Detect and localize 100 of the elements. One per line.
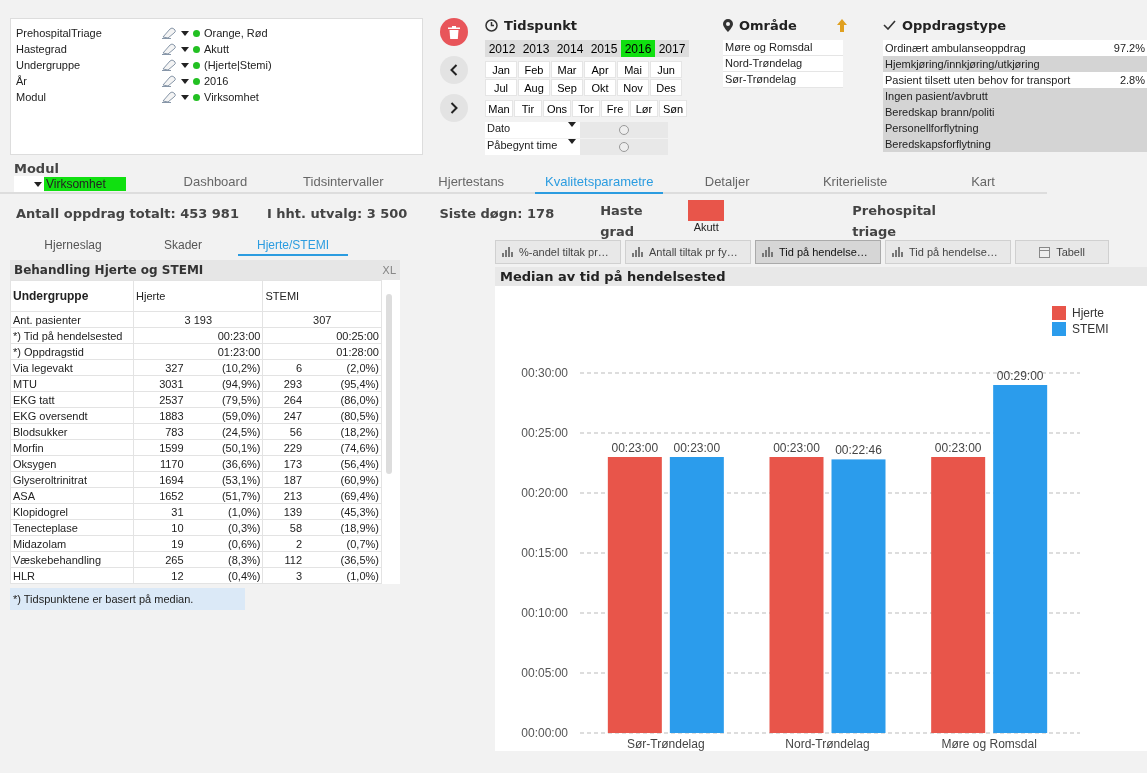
caret-icon[interactable] [181, 62, 189, 68]
list-item[interactable]: Nord-Trøndelag [723, 56, 843, 72]
month-option[interactable]: Jul [485, 79, 517, 96]
year-option[interactable]: 2017 [655, 40, 689, 57]
month-option[interactable]: Jun [650, 61, 682, 78]
month-option[interactable]: Feb [518, 61, 550, 78]
month-option[interactable]: Mai [617, 61, 649, 78]
bar-chart-icon [632, 247, 643, 257]
column-header: Undergruppe [10, 280, 134, 312]
chart-tab[interactable]: Antall tiltak pr fy… [625, 240, 751, 264]
table-icon [1039, 246, 1051, 258]
list-item[interactable]: Personellforflytning [883, 120, 1147, 136]
weekday-option[interactable]: Søn [659, 100, 687, 117]
status-dot-icon [193, 61, 200, 69]
axis-tick-label: 00:20:00 [521, 486, 568, 500]
chart-tab[interactable]: Tid på hendelse… [885, 240, 1011, 264]
month-option[interactable]: Okt [584, 79, 616, 96]
caret-icon[interactable] [181, 30, 189, 36]
caret-icon[interactable] [34, 181, 42, 187]
field-dropdown[interactable]: Dato [485, 122, 580, 138]
chart-title: Median av tid på hendelsested [495, 267, 1147, 286]
table-cell: (10,2%) [185, 359, 263, 376]
caret-icon[interactable] [181, 94, 189, 100]
month-option[interactable]: Des [650, 79, 682, 96]
caret-icon[interactable] [568, 122, 576, 127]
category-label: Nord-Trøndelag [785, 737, 870, 751]
chart-tab[interactable]: %-andel tiltak pr… [495, 240, 621, 264]
selection-field: PrehospitalTriage [16, 27, 161, 39]
caret-icon[interactable] [181, 46, 189, 52]
list-item[interactable]: Pasient tilsett uten behov for transport 2.8% [883, 72, 1147, 88]
month-option[interactable]: Sep [551, 79, 583, 96]
weekday-option[interactable]: Fre [601, 100, 629, 117]
last-day-count: Siste døgn: 178 [439, 206, 555, 221]
axis-tick-label: 00:15:00 [521, 546, 568, 560]
list-item[interactable]: Ordinært ambulanseoppdrag 97.2% [883, 40, 1147, 56]
axis-tick-label: 00:10:00 [521, 606, 568, 620]
field-dropdown[interactable]: Påbegynt time [485, 139, 580, 155]
list-item[interactable]: Sør-Trøndelag [723, 72, 843, 88]
month-option[interactable]: Aug [518, 79, 550, 96]
chart-tab[interactable]: Tabell [1015, 240, 1109, 264]
tab[interactable]: Hjertestans [407, 174, 536, 194]
value-label: 00:23:00 [611, 441, 659, 455]
weekday-option[interactable]: Man [485, 100, 513, 117]
table-cell: (0,4%) [185, 567, 263, 584]
table-cell: 00:25:00 [263, 327, 382, 344]
tab[interactable]: Detaljer [663, 174, 792, 194]
weekday-option[interactable]: Tir [514, 100, 542, 117]
table-cell: Glyseroltrinitrat [10, 471, 134, 488]
table-cell: (69,4%) [304, 487, 382, 504]
table-cell: (18,2%) [304, 423, 382, 440]
list-item[interactable]: Beredskap brann/politi [883, 104, 1147, 120]
table-cell: (74,6%) [304, 439, 382, 456]
month-option[interactable]: Apr [584, 61, 616, 78]
value-label: 00:29:00 [996, 369, 1044, 383]
field-label: Haste grad [600, 202, 644, 241]
month-option[interactable]: Nov [617, 79, 649, 96]
table-cell: (36,6%) [185, 455, 263, 472]
tab[interactable]: Dashboard [151, 174, 280, 194]
category-label: Møre og Romsdal [941, 737, 1037, 751]
table-cell: Tenecteplase [10, 519, 134, 536]
forward-button[interactable] [440, 94, 468, 122]
tab[interactable]: Skader [128, 236, 238, 256]
table-cell: 01:23:00 [133, 343, 263, 360]
value-label: 00:23:00 [673, 441, 721, 455]
table-cell: *) Oppdragstid [10, 343, 134, 360]
list-item[interactable]: Hjemkjøring/innkjøring/utkjøring [883, 56, 1147, 72]
year-option[interactable]: 2013 [519, 40, 553, 57]
delete-button[interactable] [440, 18, 468, 46]
table-cell: (80,5%) [304, 407, 382, 424]
slider-thumb[interactable] [619, 125, 629, 135]
selection-value: Orange, Rød [204, 27, 268, 39]
tab[interactable]: Kriterieliste [791, 174, 920, 194]
list-item[interactable]: Møre og Romsdal [723, 40, 843, 56]
slider-thumb[interactable] [619, 142, 629, 152]
chart-tab[interactable]: Tid på hendelse… [755, 240, 881, 264]
bar[interactable] [769, 457, 824, 733]
table-cell: (1,0%) [185, 503, 263, 520]
selection-value: Virksomhet [204, 91, 259, 103]
bar[interactable] [831, 459, 886, 733]
table-cell: Via legevakt [10, 359, 134, 376]
year-option[interactable]: 2012 [485, 40, 519, 57]
weekday-option[interactable]: Lør [630, 100, 658, 117]
tab[interactable]: Kart [919, 174, 1048, 194]
back-button[interactable] [440, 56, 468, 84]
year-option[interactable]: 2016 [621, 40, 655, 57]
tab[interactable]: Hjerneslag [18, 236, 128, 256]
caret-icon[interactable] [181, 78, 189, 84]
month-option[interactable]: Jan [485, 61, 517, 78]
weekday-option[interactable]: Tor [572, 100, 600, 117]
month-option[interactable]: Mar [551, 61, 583, 78]
table-cell: (18,9%) [304, 519, 382, 536]
year-option[interactable]: 2014 [553, 40, 587, 57]
weekday-option[interactable]: Ons [543, 100, 571, 117]
selection-count: I hht. utvalg: 3 500 [266, 206, 408, 221]
list-item[interactable]: Ingen pasient/avbrutt [883, 88, 1147, 104]
up-arrow-icon[interactable] [836, 18, 847, 32]
year-option[interactable]: 2015 [587, 40, 621, 57]
table-cell: HLR [10, 567, 134, 584]
list-item[interactable]: Beredskapsforflytning [883, 136, 1147, 152]
tab[interactable]: Tidsintervaller [279, 174, 408, 194]
